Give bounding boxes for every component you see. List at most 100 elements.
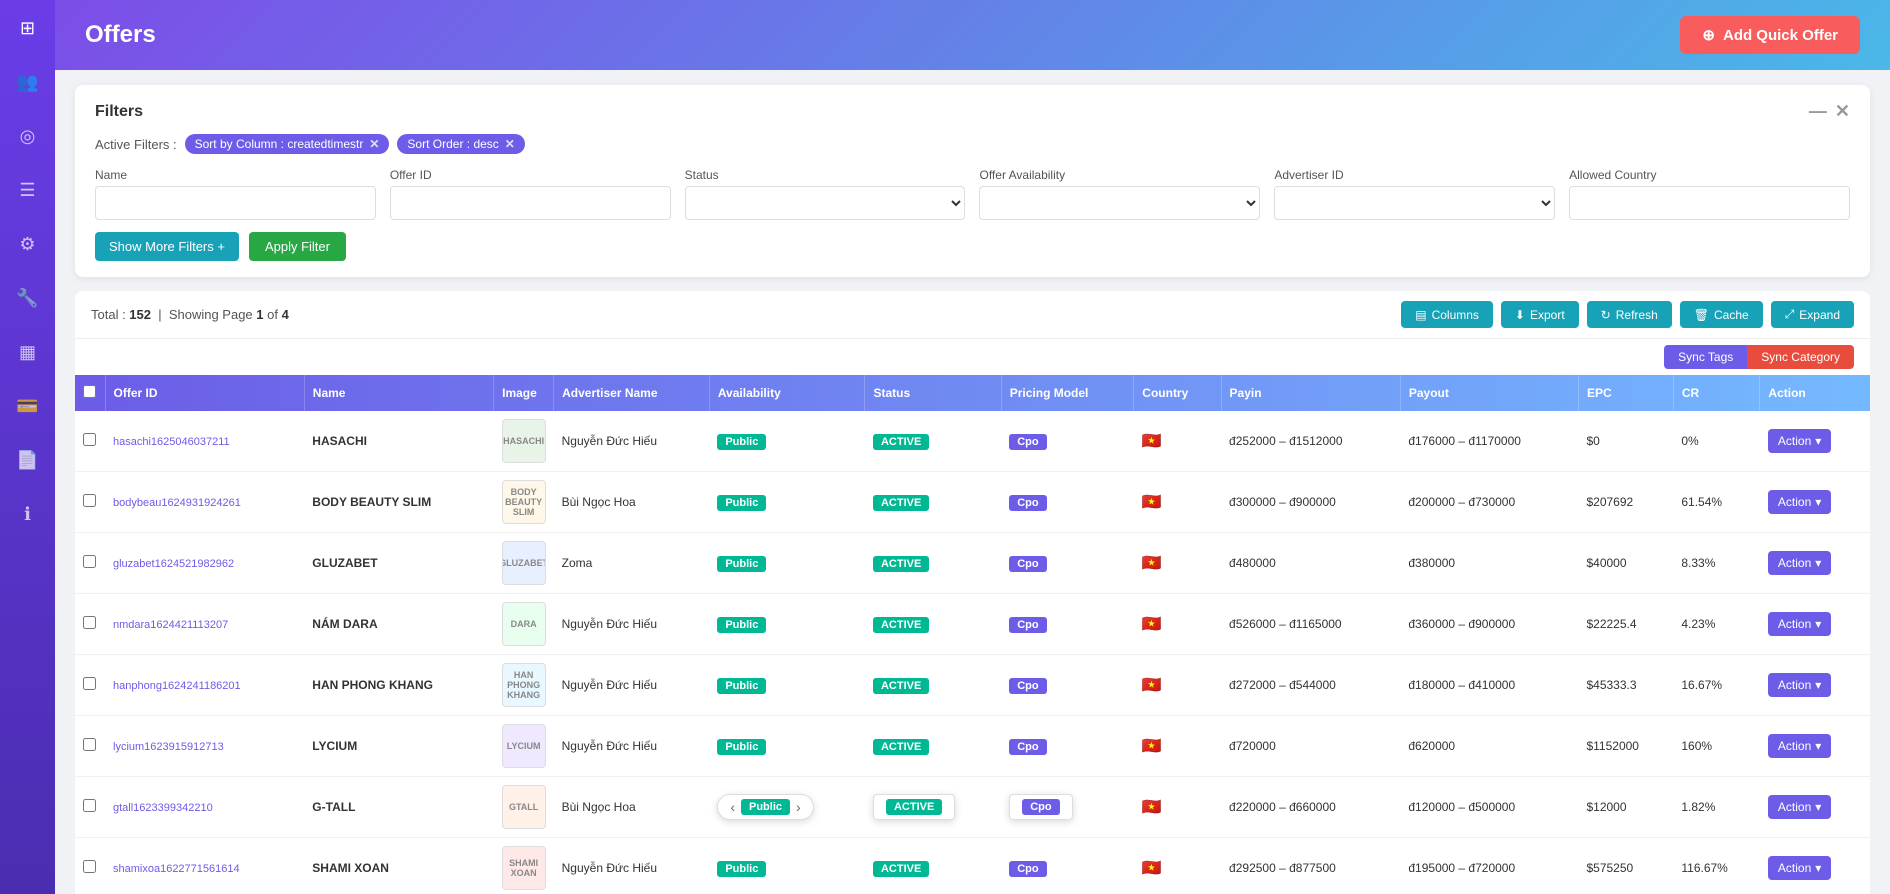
plus-icon: ⊕ [1702,26,1715,44]
sidebar-item-tools[interactable]: 🔧 [10,280,46,316]
cell-payin: đ480000 [1221,533,1400,594]
cell-payout: đ200000 – đ730000 [1400,472,1578,533]
table-row: nmdara1624421113207 NÁM DARA DARA Nguyễn… [75,594,1870,655]
cell-cr: 116.67% [1673,838,1760,894]
close-icon[interactable]: ✕ [1835,101,1850,122]
filter-offerid-group: Offer ID [390,168,671,220]
row-checkbox-cell [75,533,105,594]
row-checkbox[interactable] [83,616,96,629]
row-checkbox-cell [75,716,105,777]
action-button[interactable]: Action ▾ [1768,856,1831,880]
filter-name-input[interactable] [95,186,376,220]
chevron-down-icon: ▾ [1815,434,1821,448]
action-button[interactable]: Action ▾ [1768,795,1831,819]
sidebar-item-file[interactable]: 📄 [10,442,46,478]
cell-payout: đ360000 – đ900000 [1400,594,1578,655]
col-country: Country [1134,375,1221,411]
filter-availability-select[interactable]: Public Private [979,186,1260,220]
action-button[interactable]: Action ▾ [1768,612,1831,636]
filter-tag-sort-col-remove[interactable]: ✕ [369,137,379,151]
row-checkbox[interactable] [83,738,96,751]
cell-country: 🇻🇳 [1134,411,1221,472]
col-advertiser: Advertiser Name [554,375,710,411]
table-toolbar: Total : 152 | Showing Page 1 of 4 ▤ Colu… [75,291,1870,339]
sidebar-item-users[interactable]: 👥 [10,64,46,100]
filter-advertiserid-select[interactable]: All [1274,186,1555,220]
cell-cr: 0% [1673,411,1760,472]
sidebar-item-grid[interactable]: ▦ [10,334,46,370]
active-filters-label: Active Filters : [95,137,177,152]
show-more-filters-button[interactable]: Show More Filters + [95,232,239,261]
tooltip-left-arrow[interactable]: ‹ [730,799,735,815]
action-button[interactable]: Action ▾ [1768,551,1831,575]
country-flag: 🇻🇳 [1142,433,1162,450]
cell-country: 🇻🇳 [1134,716,1221,777]
cell-image: DARA [494,594,554,655]
pricing-badge: Cpo [1009,556,1046,572]
status-badge: ACTIVE [873,556,929,572]
row-checkbox[interactable] [83,799,96,812]
action-button[interactable]: Action ▾ [1768,734,1831,758]
sidebar-item-menu[interactable]: ☰ [10,172,46,208]
filter-offerid-input[interactable] [390,186,671,220]
col-payout: Payout [1400,375,1578,411]
chevron-down-icon: ▾ [1815,556,1821,570]
sidebar-item-wallet[interactable]: 💳 [10,388,46,424]
apply-filter-button[interactable]: Apply Filter [249,232,346,261]
row-checkbox[interactable] [83,555,96,568]
select-all-checkbox[interactable] [83,385,96,398]
status-badge: ACTIVE [873,617,929,633]
country-flag: 🇻🇳 [1142,555,1162,572]
status-badge: ACTIVE [873,434,929,450]
cell-action: Action ▾ [1760,594,1870,655]
cell-name: BODY BEAUTY SLIM [304,472,493,533]
cell-advertiser: Nguyễn Đức Hiếu [554,838,710,894]
sidebar-item-home[interactable]: ⊞ [10,10,46,46]
row-checkbox[interactable] [83,860,96,873]
row-checkbox[interactable] [83,494,96,507]
filter-actions-row: Show More Filters + Apply Filter [95,232,1850,261]
cell-name: NÁM DARA [304,594,493,655]
filter-tag-sort-order-remove[interactable]: ✕ [505,137,515,151]
minimize-icon[interactable]: — [1809,101,1827,122]
filter-status-group: Status Active Inactive [685,168,966,220]
tooltip-right-arrow[interactable]: › [796,799,801,815]
sidebar-item-info[interactable]: ℹ [10,496,46,532]
country-flag: 🇻🇳 [1142,494,1162,511]
expand-button[interactable]: ⤢ Expand [1771,301,1854,328]
col-name: Name [304,375,493,411]
sidebar-item-circle[interactable]: ◎ [10,118,46,154]
sync-tags-button[interactable]: Sync Tags [1664,345,1747,369]
availability-badge: Public [717,739,766,755]
pricing-badge: Cpo [1009,678,1046,694]
filter-status-select[interactable]: Active Inactive [685,186,966,220]
row-checkbox[interactable] [83,433,96,446]
sidebar-item-settings[interactable]: ⚙ [10,226,46,262]
cell-availability: Public [709,838,865,894]
action-button[interactable]: Action ▾ [1768,429,1831,453]
filter-tag-sort-order: Sort Order : desc ✕ [397,134,524,154]
cell-epc: $22225.4 [1578,594,1673,655]
cell-name: LYCIUM [304,716,493,777]
columns-button[interactable]: ▤ Columns [1401,301,1493,328]
cache-button[interactable]: 🗑 Cache [1680,301,1763,328]
current-page: 1 [256,307,263,322]
action-button[interactable]: Action ▾ [1768,673,1831,697]
table-body: hasachi1625046037211 HASACHI HASACHI Ngu… [75,411,1870,894]
export-button[interactable]: ⬇ Export [1501,301,1579,328]
filter-availability-group: Offer Availability Public Private [979,168,1260,220]
refresh-button[interactable]: ↻ Refresh [1587,301,1672,328]
availability-tooltip: ‹ Public › [717,794,813,820]
columns-icon: ▤ [1415,308,1426,322]
add-quick-offer-button[interactable]: ⊕ Add Quick Offer [1680,16,1860,54]
cell-payin: đ526000 – đ1165000 [1221,594,1400,655]
availability-badge: Public [717,617,766,633]
filter-country-input[interactable] [1569,186,1850,220]
filter-status-label: Status [685,168,966,182]
filter-advertiserid-group: Advertiser ID All [1274,168,1555,220]
cell-advertiser: Bùi Ngọc Hoa [554,777,710,838]
action-button[interactable]: Action ▾ [1768,490,1831,514]
cell-pricing: Cpo [1001,838,1134,894]
sync-category-button[interactable]: Sync Category [1747,345,1854,369]
row-checkbox[interactable] [83,677,96,690]
